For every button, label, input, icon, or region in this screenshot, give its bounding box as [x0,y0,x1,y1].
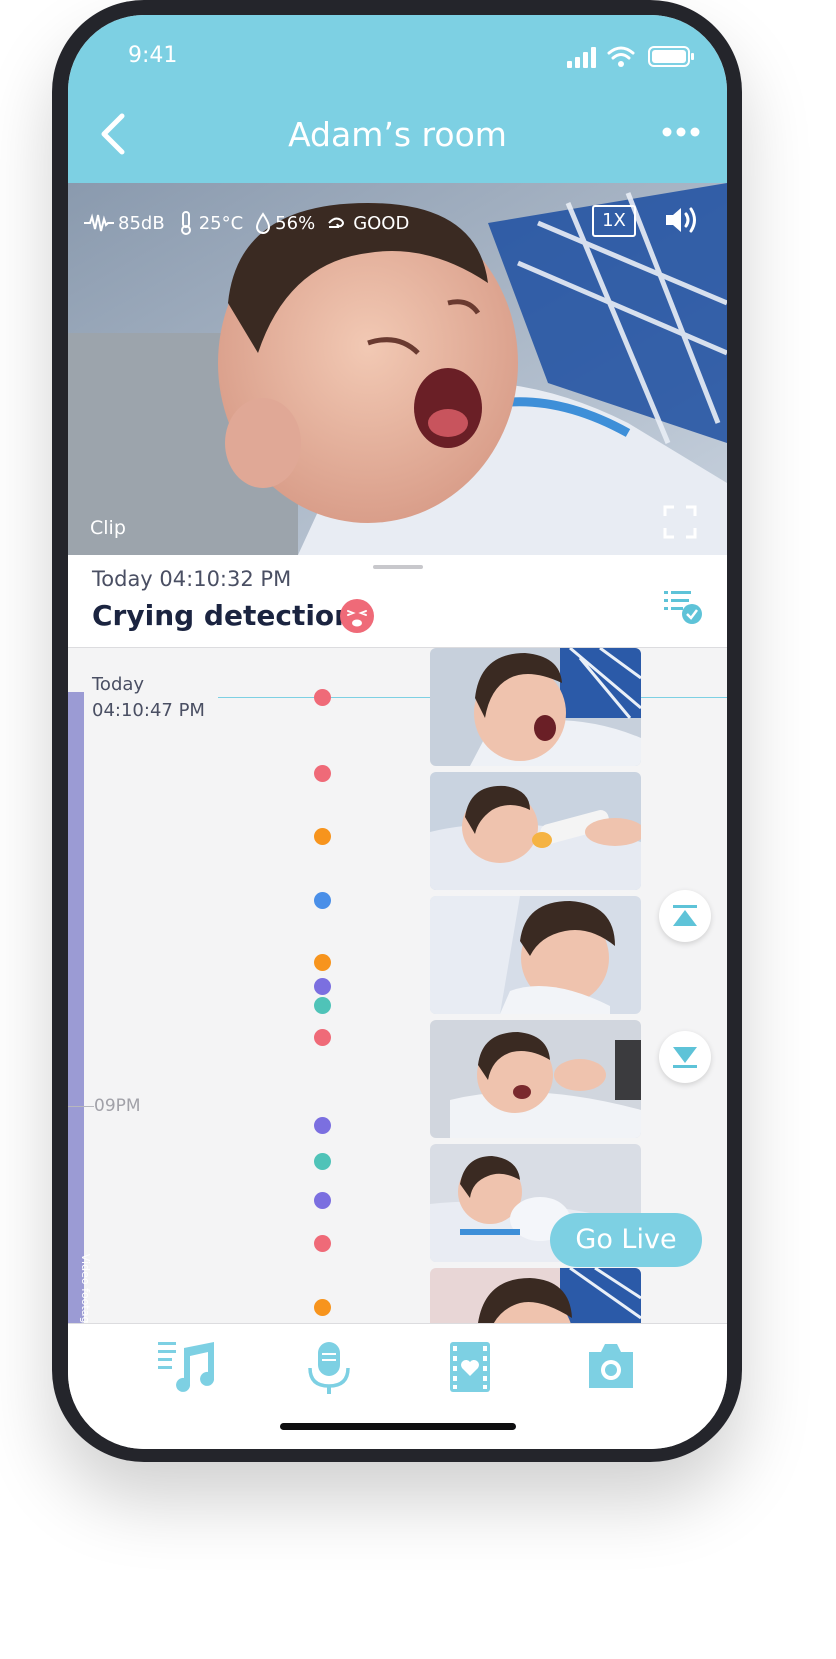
event-title: Crying detection [92,599,355,632]
zoom-button[interactable]: 1X [592,205,636,237]
scroll-top-button[interactable] [659,890,711,942]
speaker-icon[interactable] [664,205,700,235]
app-screen: 9:41 Adam’s room 85dB 25°C 56% GOOD 1X C… [68,15,727,1449]
page-title: Adam’s room [288,115,507,154]
air-quality: GOOD [327,213,409,234]
hour-tick-label: 09PM [94,1096,141,1116]
event-dot[interactable] [314,1235,331,1252]
humidity-value: 56% [275,212,316,234]
event-dot[interactable] [314,1299,331,1316]
scroll-top-icon [673,905,697,926]
event-thumbnail[interactable] [430,1268,641,1323]
filter-list-check-icon[interactable] [664,589,702,625]
scroll-bottom-icon [673,1047,697,1068]
event-dot[interactable] [314,1029,331,1046]
event-dot[interactable] [314,978,331,995]
music-playlist-icon[interactable] [158,1340,218,1394]
current-time-label: Today 04:10:47 PM [92,672,205,724]
current-time: 04:10:47 PM [92,700,205,721]
current-day: Today [92,674,145,695]
home-indicator [280,1423,516,1430]
droplet-icon [256,212,271,234]
clip-button[interactable]: Clip [90,517,126,539]
air-quality-value: GOOD [353,212,410,234]
humidity: 56% [255,212,315,234]
video-footage-bar: Video footage [68,692,92,1323]
camera-icon[interactable] [581,1340,641,1394]
crying-face-icon [340,599,374,633]
event-dot[interactable] [314,828,331,845]
event-thumbnail[interactable] [430,1020,641,1138]
bottom-toolbar [68,1323,727,1449]
header-bar: 9:41 Adam’s room [68,15,727,183]
hour-tick [68,1106,94,1107]
event-dot[interactable] [314,1153,331,1170]
more-options-icon[interactable] [661,125,701,139]
microphone-icon[interactable] [299,1340,359,1394]
event-thumbnail[interactable] [430,896,641,1014]
event-dot[interactable] [314,954,331,971]
sound-level: 85dB [84,213,165,234]
sound-value: 85dB [118,212,165,234]
fullscreen-icon[interactable] [663,505,697,539]
event-timeline[interactable]: Video footage Today 04:10:47 PM 09PM Go … [68,648,727,1323]
event-dot[interactable] [314,892,331,909]
event-dot[interactable] [314,765,331,782]
sound-wave-icon [84,213,114,232]
event-dot[interactable] [314,689,331,706]
thermometer-icon [180,211,191,235]
event-dot[interactable] [314,1192,331,1209]
event-card: Today 04:10:32 PM Crying detection [68,555,727,648]
go-live-button[interactable]: Go Live [550,1213,702,1267]
scroll-bottom-button[interactable] [659,1031,711,1083]
event-time: Today 04:10:32 PM [92,567,292,591]
event-dot[interactable] [314,997,331,1014]
event-thumbnail[interactable] [430,772,641,890]
drag-handle[interactable] [373,565,423,569]
temperature-value: 25°C [198,212,244,234]
event-thumbnail[interactable] [430,648,641,766]
event-dot[interactable] [314,1117,331,1134]
temperature: 25°C [177,211,243,235]
video-favorites-icon[interactable] [440,1340,500,1394]
status-icons [567,46,694,68]
live-video[interactable]: 85dB 25°C 56% GOOD 1X Clip [68,183,727,555]
video-footage-label: Video footage [79,1253,92,1323]
status-time: 9:41 [128,43,178,68]
air-quality-icon [328,217,345,228]
